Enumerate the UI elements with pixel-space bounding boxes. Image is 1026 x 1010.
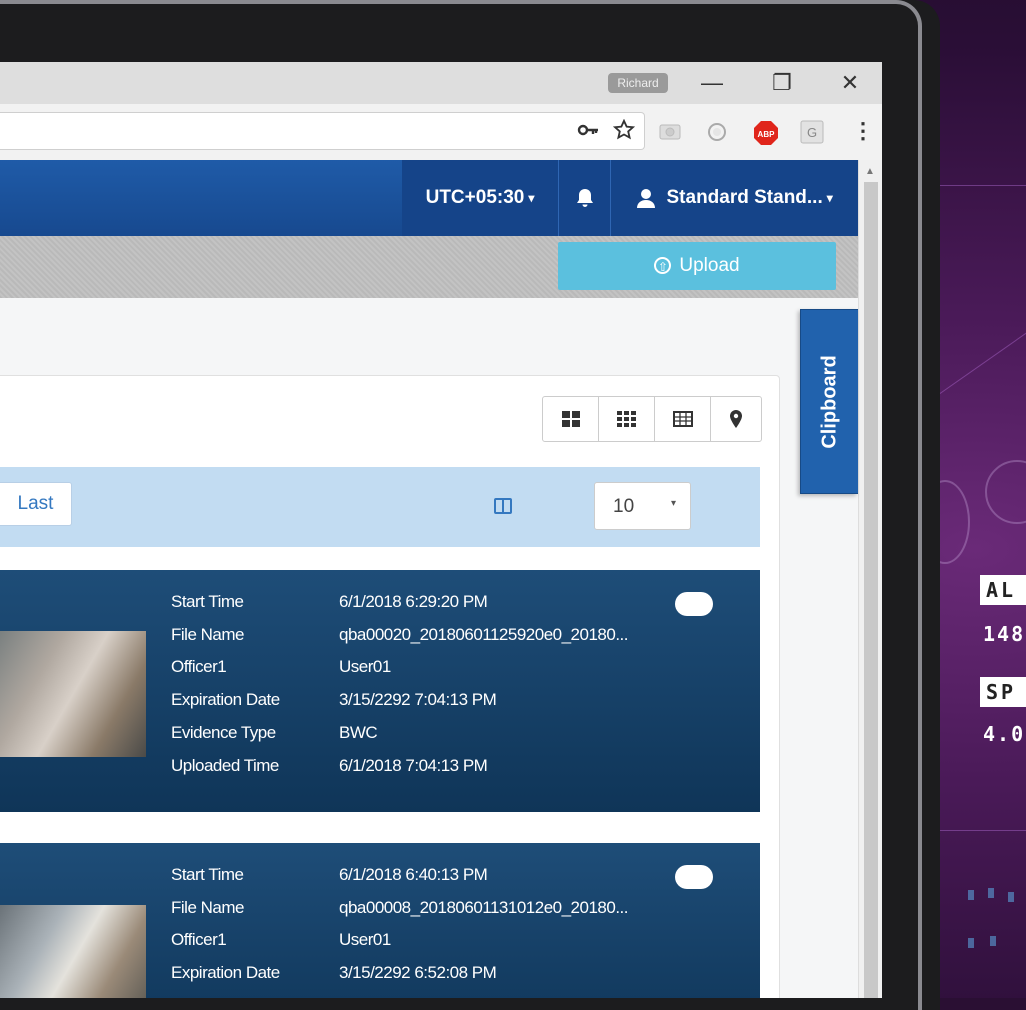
scroll-thumb[interactable]	[864, 182, 878, 998]
small-grid-icon	[616, 411, 636, 427]
field-value: 3/15/2292 6:52:08 PM	[339, 963, 497, 982]
map-pin-icon	[730, 410, 742, 428]
bg-decor-line	[930, 185, 1026, 186]
svg-text:ABP: ABP	[758, 130, 776, 139]
hud-value-1: 148	[983, 622, 1026, 646]
browser-window: Richard — ❐ ✕ ABP G ⋮ UTC+05:30 ▾ Standa…	[0, 62, 882, 998]
scroll-up-arrow-icon[interactable]: ▲	[865, 166, 875, 177]
key-icon[interactable]	[577, 121, 599, 145]
video-thumbnail[interactable]	[0, 905, 146, 998]
select-toggle[interactable]	[675, 865, 713, 889]
table-view-button[interactable]	[655, 397, 711, 441]
app-header: UTC+05:30 ▾ Standard Stand... ▾	[0, 160, 859, 236]
clipboard-tab[interactable]: Clipboard	[800, 309, 858, 494]
field-label: File Name	[171, 625, 244, 644]
field-label: Uploaded Time	[171, 756, 279, 775]
field-row: Evidence Type BWC	[171, 723, 378, 743]
small-grid-view-button[interactable]	[599, 397, 655, 441]
user-icon	[637, 187, 666, 208]
field-label: Officer1	[171, 657, 227, 676]
circle-extension-icon[interactable]	[705, 120, 729, 144]
field-row: Expiration Date 3/15/2292 6:52:08 PM	[171, 963, 497, 983]
close-button[interactable]: ✕	[830, 66, 870, 100]
upload-button[interactable]: ⇧ Upload	[558, 242, 836, 290]
field-row: Uploaded Time 6/1/2018 7:04:13 PM	[171, 756, 488, 776]
large-grid-icon	[561, 411, 580, 427]
large-grid-view-button[interactable]	[543, 397, 599, 441]
svg-text:G: G	[807, 125, 817, 140]
field-value: 6/1/2018 6:40:13 PM	[339, 865, 488, 884]
field-label: Expiration Date	[171, 963, 280, 982]
hud-label-2: SP	[980, 677, 1026, 707]
user-name-label: Standard Stand...	[666, 187, 823, 209]
google-extension-icon[interactable]: G	[800, 120, 824, 144]
table-view-icon	[672, 411, 693, 427]
field-label: Expiration Date	[171, 690, 280, 709]
bg-decor-line	[940, 830, 1026, 831]
map-view-button[interactable]	[711, 397, 761, 441]
field-label: Officer1	[171, 930, 227, 949]
video-thumbnail[interactable]	[0, 631, 146, 757]
field-label: Start Time	[171, 592, 244, 611]
field-value: 3/15/2292 7:04:13 PM	[339, 690, 497, 709]
chevron-down-icon: ▾	[528, 191, 535, 205]
field-row: File Name qba00020_20180601125920e0_20180…	[171, 625, 629, 645]
view-mode-group	[542, 396, 762, 442]
last-page-button[interactable]: Last	[0, 482, 72, 526]
field-row: Expiration Date 3/15/2292 7:04:13 PM	[171, 690, 497, 710]
bg-decor-dot	[968, 890, 974, 900]
camera-icon[interactable]	[658, 120, 682, 144]
timezone-label: UTC+05:30	[425, 187, 525, 209]
bell-icon	[576, 187, 594, 208]
clipboard-label: Clipboard	[818, 355, 841, 449]
field-value: 6/1/2018 6:29:20 PM	[339, 592, 488, 611]
profile-chip[interactable]: Richard	[608, 73, 668, 93]
field-value: User01	[339, 657, 391, 676]
address-bar[interactable]	[0, 112, 645, 150]
bg-decor-dot	[988, 888, 994, 898]
page-size-select[interactable]: 10 ▾	[594, 482, 691, 530]
field-value: User01	[339, 930, 391, 949]
star-icon[interactable]	[612, 118, 636, 147]
field-row: Start Time 6/1/2018 6:29:20 PM	[171, 592, 488, 612]
adblock-icon[interactable]: ABP	[753, 120, 778, 145]
notifications-button[interactable]	[558, 160, 611, 236]
restore-button[interactable]: ❐	[762, 66, 802, 100]
field-value: BWC	[339, 723, 378, 742]
field-value: 6/1/2018 7:04:13 PM	[339, 756, 488, 775]
field-row: Officer1 User01	[171, 657, 391, 677]
page-scrollbar[interactable]: ▲	[858, 160, 882, 998]
more-vert-icon[interactable]: ⋮	[852, 118, 876, 143]
bg-decor-dot	[968, 938, 974, 948]
columns-icon[interactable]	[494, 498, 512, 514]
upload-icon: ⇧	[654, 257, 672, 275]
browser-title-bar: Richard — ❐ ✕	[0, 62, 882, 104]
page-size-value: 10	[613, 496, 635, 517]
chevron-down-icon: ▾	[826, 191, 833, 205]
upload-label: Upload	[679, 255, 740, 276]
field-value: qba00008_20180601131012e0_20180...	[339, 898, 629, 917]
field-label: Evidence Type	[171, 723, 276, 742]
bg-decor-dot	[990, 936, 996, 946]
timezone-dropdown[interactable]: UTC+05:30 ▾	[402, 160, 558, 236]
field-row: File Name qba00008_20180601131012e0_20180…	[171, 898, 629, 918]
evidence-card[interactable]: Start Time 6/1/2018 6:40:13 PM File Name q…	[0, 843, 760, 998]
bg-decor-dot	[1008, 892, 1014, 902]
browser-toolbar: ABP G ⋮	[0, 104, 882, 161]
hud-value-2: 4.0	[983, 722, 1026, 746]
field-row: Start Time 6/1/2018 6:40:13 PM	[171, 865, 488, 885]
field-label: Start Time	[171, 865, 244, 884]
minimize-button[interactable]: —	[692, 66, 732, 100]
evidence-card[interactable]: Start Time 6/1/2018 6:29:20 PM File Name q…	[0, 570, 760, 812]
field-label: File Name	[171, 898, 244, 917]
field-value: qba00020_20180601125920e0_20180...	[339, 625, 629, 644]
user-menu[interactable]: Standard Stand... ▾	[610, 160, 859, 236]
field-row: Officer1 User01	[171, 930, 391, 950]
hud-label-1: AL	[980, 575, 1026, 605]
select-toggle[interactable]	[675, 592, 713, 616]
chevron-down-icon: ▾	[671, 498, 677, 509]
